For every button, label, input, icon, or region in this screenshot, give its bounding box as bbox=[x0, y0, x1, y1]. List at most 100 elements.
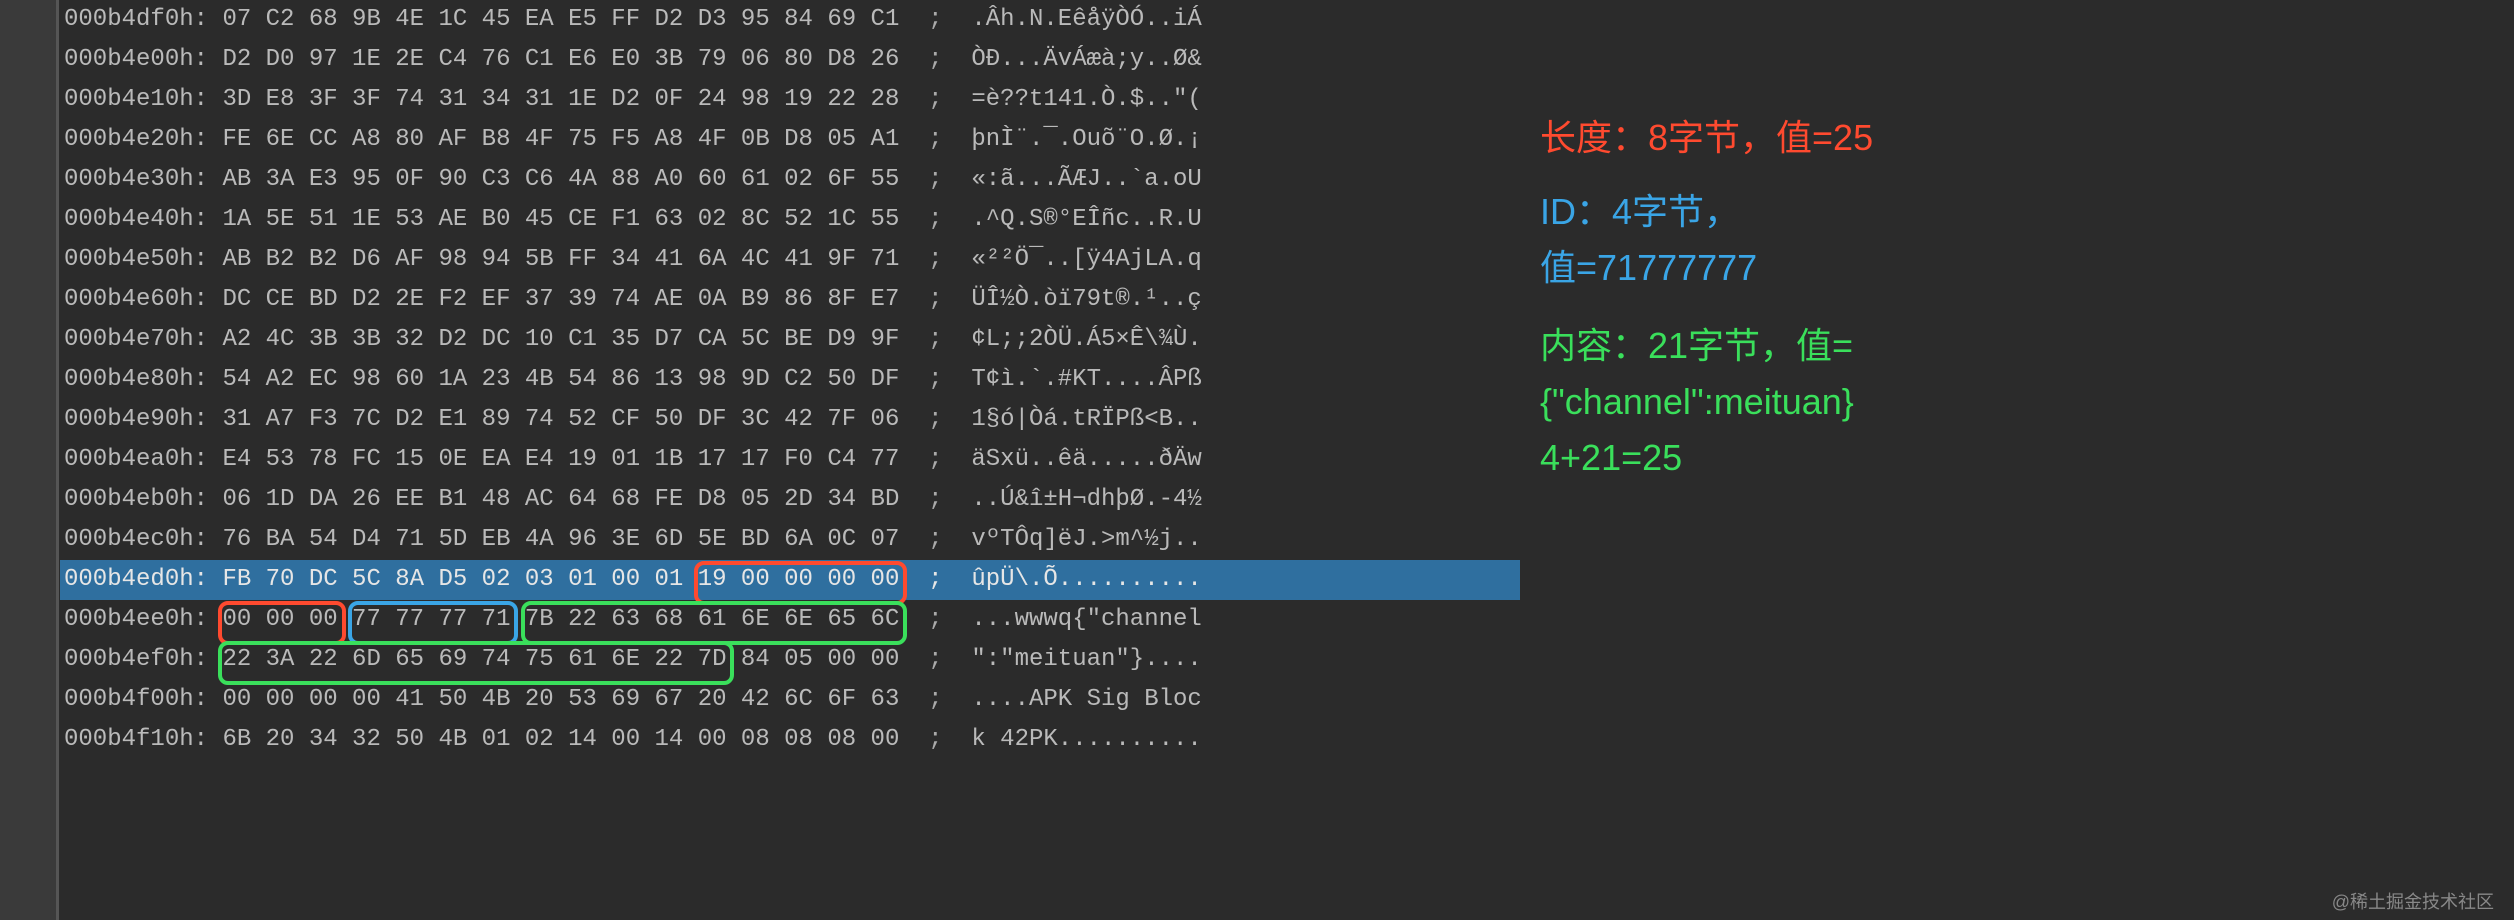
hex-bytes: 3D E8 3F 3F 74 31 34 31 1E D2 0F 24 98 1… bbox=[222, 86, 899, 113]
separator: ; bbox=[899, 486, 971, 513]
hex-ascii: .Âh.N.EêåÿÒÓ..iÁ bbox=[971, 6, 1201, 33]
anno-id-line1: ID：4字节， bbox=[1540, 184, 2490, 240]
hex-offset: 000b4ef0h: bbox=[64, 646, 222, 673]
hex-ascii: vºTÔq]ëJ.>m^½j.. bbox=[971, 526, 1201, 553]
hex-ascii: ÜÎ½Ò.òï79t®.¹..ç bbox=[971, 286, 1201, 313]
hex-row[interactable]: 000b4e60h: DC CE BD D2 2E F2 EF 37 39 74… bbox=[60, 280, 1520, 320]
hex-offset: 000b4e10h: bbox=[64, 86, 222, 113]
hex-bytes: FE 6E CC A8 80 AF B8 4F 75 F5 A8 4F 0B D… bbox=[222, 126, 899, 153]
anno-content-1: 内容：21字节，值= bbox=[1540, 318, 2490, 374]
hex-ascii: «²²Ö¯..[ÿ4AjLA.q bbox=[971, 246, 1201, 273]
hex-bytes: DC CE BD D2 2E F2 EF 37 39 74 AE 0A B9 8… bbox=[222, 286, 899, 313]
hex-bytes: FB 70 DC 5C 8A D5 02 03 01 00 01 19 00 0… bbox=[222, 566, 899, 593]
hex-ascii: T¢ì.`.#KT....ÂPß bbox=[971, 366, 1201, 393]
separator: ; bbox=[899, 606, 971, 633]
hex-bytes: 00 00 00 77 77 77 71 7B 22 63 68 61 6E 6… bbox=[222, 606, 899, 633]
hex-offset: 000b4ee0h: bbox=[64, 606, 222, 633]
separator: ; bbox=[899, 286, 971, 313]
hex-row[interactable]: 000b4ee0h: 00 00 00 77 77 77 71 7B 22 63… bbox=[60, 600, 1520, 640]
hex-row[interactable]: 000b4e30h: AB 3A E3 95 0F 90 C3 C6 4A 88… bbox=[60, 160, 1520, 200]
separator: ; bbox=[899, 406, 971, 433]
separator: ; bbox=[899, 126, 971, 153]
hex-offset: 000b4e30h: bbox=[64, 166, 222, 193]
hex-bytes: AB 3A E3 95 0F 90 C3 C6 4A 88 A0 60 61 0… bbox=[222, 166, 899, 193]
hex-offset: 000b4e00h: bbox=[64, 46, 222, 73]
hex-row[interactable]: 000b4f10h: 6B 20 34 32 50 4B 01 02 14 00… bbox=[60, 720, 1520, 760]
hex-offset: 000b4eb0h: bbox=[64, 486, 222, 513]
anno-content-3: 4+21=25 bbox=[1540, 430, 2490, 486]
hex-row[interactable]: 000b4ec0h: 76 BA 54 D4 71 5D EB 4A 96 3E… bbox=[60, 520, 1520, 560]
separator: ; bbox=[899, 446, 971, 473]
separator: ; bbox=[899, 726, 971, 753]
hex-bytes: 54 A2 EC 98 60 1A 23 4B 54 86 13 98 9D C… bbox=[222, 366, 899, 393]
hex-ascii: ûpÜ\.Õ.......... bbox=[971, 566, 1201, 593]
hex-ascii: ..Ú&î±H¬dhþØ.-4½ bbox=[971, 486, 1201, 513]
hex-offset: 000b4ed0h: bbox=[64, 566, 222, 593]
separator: ; bbox=[899, 326, 971, 353]
hex-ascii: «:ã...ÃÆJ..`a.oU bbox=[971, 166, 1201, 193]
hex-offset: 000b4df0h: bbox=[64, 6, 222, 33]
hex-bytes: 22 3A 22 6D 65 69 74 75 61 6E 22 7D 84 0… bbox=[222, 646, 899, 673]
hex-row[interactable]: 000b4ed0h: FB 70 DC 5C 8A D5 02 03 01 00… bbox=[60, 560, 1520, 600]
hex-offset: 000b4e20h: bbox=[64, 126, 222, 153]
hex-bytes: 06 1D DA 26 EE B1 48 AC 64 68 FE D8 05 2… bbox=[222, 486, 899, 513]
hex-row[interactable]: 000b4f00h: 00 00 00 00 41 50 4B 20 53 69… bbox=[60, 680, 1520, 720]
hex-row[interactable]: 000b4ea0h: E4 53 78 FC 15 0E EA E4 19 01… bbox=[60, 440, 1520, 480]
hex-bytes: 00 00 00 00 41 50 4B 20 53 69 67 20 42 6… bbox=[222, 686, 899, 713]
hex-dump-area[interactable]: 000b4df0h: 07 C2 68 9B 4E 1C 45 EA E5 FF… bbox=[60, 0, 1520, 760]
hex-row[interactable]: 000b4e50h: AB B2 B2 D6 AF 98 94 5B FF 34… bbox=[60, 240, 1520, 280]
hex-offset: 000b4ea0h: bbox=[64, 446, 222, 473]
hex-ascii: ¢L;;2ÒÜ.Á5×Ê\¾Ù. bbox=[971, 326, 1201, 353]
hex-ascii: 1§ó|Òá.tRÏPß<B.. bbox=[971, 406, 1201, 433]
hex-ascii: =è??t141.Ò.$.."( bbox=[971, 86, 1201, 113]
separator: ; bbox=[899, 246, 971, 273]
separator: ; bbox=[899, 646, 971, 673]
separator: ; bbox=[899, 46, 971, 73]
separator: ; bbox=[899, 686, 971, 713]
separator: ; bbox=[899, 526, 971, 553]
hex-offset: 000b4e40h: bbox=[64, 206, 222, 233]
hex-offset: 000b4e90h: bbox=[64, 406, 222, 433]
hex-bytes: A2 4C 3B 3B 32 D2 DC 10 C1 35 D7 CA 5C B… bbox=[222, 326, 899, 353]
hex-ascii: ...wwwq{"channel bbox=[971, 606, 1201, 633]
editor-gutter bbox=[0, 0, 59, 920]
hex-offset: 000b4f10h: bbox=[64, 726, 222, 753]
hex-row[interactable]: 000b4e10h: 3D E8 3F 3F 74 31 34 31 1E D2… bbox=[60, 80, 1520, 120]
hex-row[interactable]: 000b4eb0h: 06 1D DA 26 EE B1 48 AC 64 68… bbox=[60, 480, 1520, 520]
hex-row[interactable]: 000b4ef0h: 22 3A 22 6D 65 69 74 75 61 6E… bbox=[60, 640, 1520, 680]
separator: ; bbox=[899, 366, 971, 393]
anno-content-2: {"channel":meituan} bbox=[1540, 374, 2490, 430]
hex-bytes: 1A 5E 51 1E 53 AE B0 45 CE F1 63 02 8C 5… bbox=[222, 206, 899, 233]
hex-ascii: ÒÐ...ÄvÁæà;y..Ø& bbox=[971, 46, 1201, 73]
hex-offset: 000b4e70h: bbox=[64, 326, 222, 353]
hex-bytes: 07 C2 68 9B 4E 1C 45 EA E5 FF D2 D3 95 8… bbox=[222, 6, 899, 33]
hex-ascii: k 42PK.......... bbox=[971, 726, 1201, 753]
hex-offset: 000b4f00h: bbox=[64, 686, 222, 713]
separator: ; bbox=[899, 566, 971, 593]
anno-id-line2: 值=71777777 bbox=[1540, 240, 2490, 296]
hex-row[interactable]: 000b4df0h: 07 C2 68 9B 4E 1C 45 EA E5 FF… bbox=[60, 0, 1520, 40]
hex-offset: 000b4e80h: bbox=[64, 366, 222, 393]
anno-length: 长度：8字节，值=25 bbox=[1540, 110, 2490, 166]
hex-row[interactable]: 000b4e40h: 1A 5E 51 1E 53 AE B0 45 CE F1… bbox=[60, 200, 1520, 240]
hex-ascii: ":"meituan"}.... bbox=[971, 646, 1201, 673]
hex-bytes: D2 D0 97 1E 2E C4 76 C1 E6 E0 3B 79 06 8… bbox=[222, 46, 899, 73]
hex-row[interactable]: 000b4e70h: A2 4C 3B 3B 32 D2 DC 10 C1 35… bbox=[60, 320, 1520, 360]
hex-bytes: 6B 20 34 32 50 4B 01 02 14 00 14 00 08 0… bbox=[222, 726, 899, 753]
hex-row[interactable]: 000b4e90h: 31 A7 F3 7C D2 E1 89 74 52 CF… bbox=[60, 400, 1520, 440]
separator: ; bbox=[899, 86, 971, 113]
separator: ; bbox=[899, 6, 971, 33]
hex-ascii: þnÌ¨.¯.Ouõ¨O.Ø.¡ bbox=[971, 126, 1201, 153]
hex-row[interactable]: 000b4e20h: FE 6E CC A8 80 AF B8 4F 75 F5… bbox=[60, 120, 1520, 160]
annotation-panel: 长度：8字节，值=25 ID：4字节， 值=71777777 内容：21字节，值… bbox=[1540, 110, 2490, 486]
hex-bytes: E4 53 78 FC 15 0E EA E4 19 01 1B 17 17 F… bbox=[222, 446, 899, 473]
hex-row[interactable]: 000b4e00h: D2 D0 97 1E 2E C4 76 C1 E6 E0… bbox=[60, 40, 1520, 80]
separator: ; bbox=[899, 166, 971, 193]
hex-row[interactable]: 000b4e80h: 54 A2 EC 98 60 1A 23 4B 54 86… bbox=[60, 360, 1520, 400]
separator: ; bbox=[899, 206, 971, 233]
hex-ascii: äSxü..êä.....ðÄw bbox=[971, 446, 1201, 473]
hex-bytes: 31 A7 F3 7C D2 E1 89 74 52 CF 50 DF 3C 4… bbox=[222, 406, 899, 433]
hex-ascii: ....APK Sig Bloc bbox=[971, 686, 1201, 713]
hex-bytes: 76 BA 54 D4 71 5D EB 4A 96 3E 6D 5E BD 6… bbox=[222, 526, 899, 553]
hex-bytes: AB B2 B2 D6 AF 98 94 5B FF 34 41 6A 4C 4… bbox=[222, 246, 899, 273]
